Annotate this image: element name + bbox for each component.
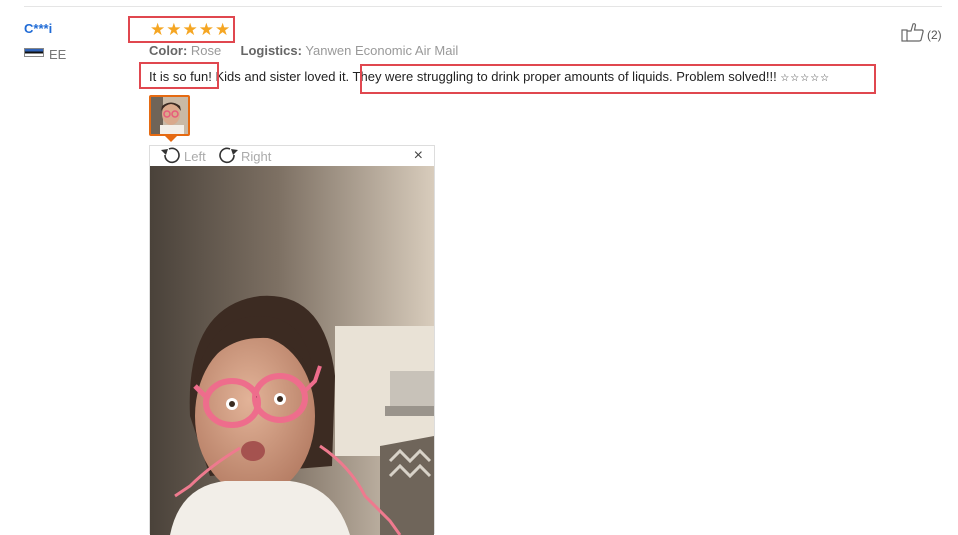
color-label: Color: — [149, 43, 188, 58]
reviewer-country: EE — [49, 47, 67, 62]
highlight-box-fun — [139, 62, 219, 89]
highlight-box-problem — [360, 64, 876, 94]
estonia-flag-icon — [24, 48, 44, 57]
rotate-left-label: Left — [184, 149, 206, 164]
reviewer-name[interactable]: C***i — [24, 21, 52, 36]
logistics-label: Logistics: — [240, 43, 302, 58]
thumbnail-pointer — [165, 136, 177, 142]
viewer-toolbar: Left Right × — [150, 146, 434, 166]
rotate-right-icon — [217, 146, 239, 167]
photo-viewer: Left Right × — [149, 145, 435, 535]
divider — [24, 6, 942, 7]
rotate-right-button[interactable]: Right — [217, 146, 271, 167]
thumbs-up-icon — [901, 22, 925, 47]
rotate-left-icon — [160, 146, 182, 167]
like-count: (2) — [927, 27, 942, 42]
like-button[interactable]: (2) — [901, 22, 942, 47]
order-meta: Color: Rose Logistics: Yanwen Economic A… — [149, 43, 458, 58]
rotate-left-button[interactable]: Left — [160, 146, 206, 167]
review-text-part2: Kids and sister loved it. — [211, 69, 353, 84]
close-icon[interactable]: × — [414, 148, 423, 164]
logistics-value: Yanwen Economic Air Mail — [305, 43, 459, 58]
highlight-box-rating — [128, 16, 235, 43]
rotate-right-label: Right — [241, 149, 272, 164]
color-value: Rose — [190, 43, 222, 58]
review-photo-thumbnail[interactable] — [149, 95, 190, 136]
review-photo — [150, 166, 434, 535]
